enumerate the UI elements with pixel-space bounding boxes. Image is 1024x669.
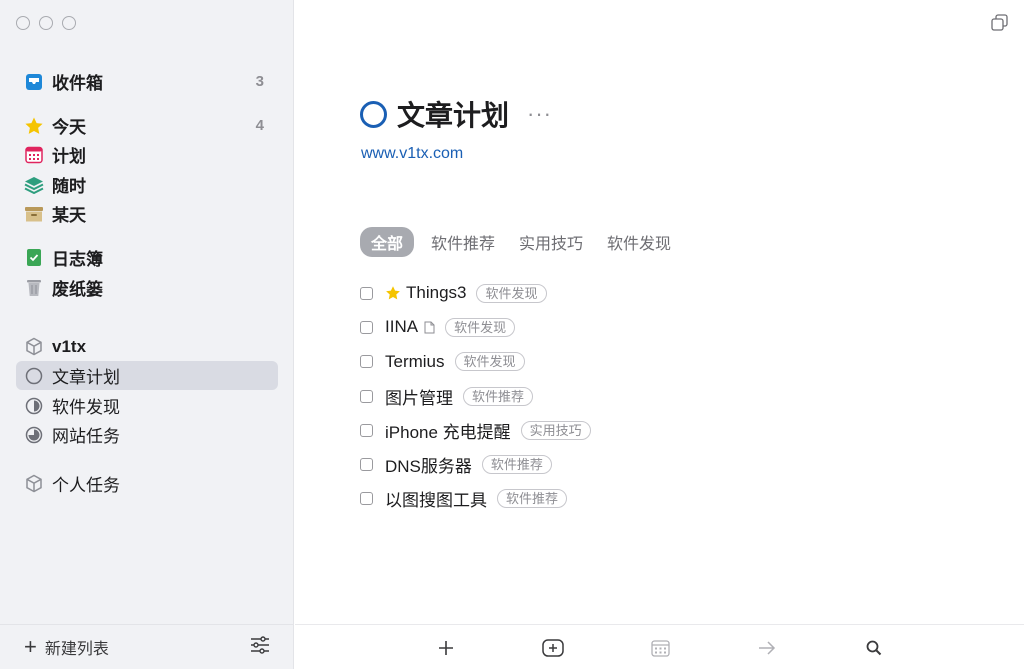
sidebar-item-upcoming[interactable]: 计划 (16, 140, 278, 169)
sidebar-item-label: v1tx (52, 336, 87, 356)
todo-item[interactable]: Things3 软件发现 (360, 276, 591, 310)
project-header: 文章计划 ··· (360, 94, 552, 134)
close-window-button[interactable] (16, 16, 30, 30)
cube-icon (24, 337, 44, 357)
sidebar-item-logbook[interactable]: 日志簿 (16, 243, 278, 272)
todo-title: 以图搜图工具 (385, 491, 487, 511)
todo-title: IINA (385, 317, 419, 337)
todo-tag: 软件推荐 (463, 386, 534, 406)
sidebar-item-label: 日志簿 (52, 250, 103, 269)
tag-filter-discovery[interactable]: 软件发现 (600, 227, 678, 257)
move-arrow-icon[interactable] (756, 637, 778, 659)
todo-tag: 软件推荐 (497, 489, 568, 509)
circle-icon (24, 366, 44, 386)
todo-tag: 软件推荐 (481, 455, 552, 475)
todo-checkbox[interactable] (360, 286, 373, 300)
calendar-icon (24, 145, 44, 165)
today-count: 4 (255, 117, 264, 134)
todo-tag: 实用技巧 (520, 420, 591, 440)
main-content: 文章计划 ··· www.v1tx.com 全部 软件推荐 实用技巧 软件发现 … (295, 0, 1024, 669)
sidebar-item-label: 软件发现 (52, 398, 120, 417)
sidebar-item-label: 收件箱 (52, 74, 103, 93)
todo-item[interactable]: 以图搜图工具 软件推荐 (360, 482, 591, 516)
todo-tag: 软件发现 (476, 283, 547, 303)
layers-icon (24, 175, 44, 195)
todo-item[interactable]: DNS服务器 软件推荐 (360, 447, 591, 481)
sidebar-item-label: 计划 (52, 147, 86, 166)
sidebar-project-articles[interactable]: 文章计划 (16, 361, 278, 390)
page-title[interactable]: 文章计划 (397, 94, 509, 134)
project-circle-icon[interactable] (360, 100, 387, 128)
search-icon[interactable] (863, 637, 885, 659)
todo-list: Things3 软件发现 IINA 软件发现 Termius 软件发现 图片管理… (360, 276, 591, 516)
sidebar-item-today[interactable]: 今天 4 (16, 111, 278, 140)
todo-item[interactable]: 图片管理 软件推荐 (360, 379, 591, 413)
sidebar-project-website[interactable]: 网站任务 (16, 420, 278, 449)
todo-checkbox[interactable] (360, 458, 373, 472)
zoom-window-button[interactable] (62, 16, 76, 30)
sidebar-project-software[interactable]: 软件发现 (16, 391, 278, 420)
archive-box-icon (24, 204, 44, 224)
inbox-icon (24, 72, 44, 92)
duplicate-window-icon[interactable] (991, 14, 1008, 36)
sidebar-item-label: 个人任务 (52, 476, 120, 495)
star-icon (24, 116, 44, 136)
todo-checkbox[interactable] (360, 389, 373, 403)
three-quarter-circle-icon (24, 425, 44, 445)
bottom-toolbar (295, 624, 1024, 669)
plus-icon[interactable]: + (24, 636, 37, 658)
sidebar-item-label: 今天 (52, 118, 86, 137)
tag-filter-tips[interactable]: 实用技巧 (512, 227, 590, 257)
new-todo-button[interactable] (435, 637, 457, 659)
more-options-button[interactable]: ··· (527, 103, 552, 125)
tag-filter-all[interactable]: 全部 (360, 227, 415, 257)
todo-item[interactable]: Termius 软件发现 (360, 345, 591, 379)
todo-title: Termius (385, 351, 445, 371)
tag-filter-recommend[interactable]: 软件推荐 (424, 227, 502, 257)
todo-checkbox[interactable] (360, 492, 373, 506)
sidebar-area-v1tx[interactable]: v1tx (16, 332, 278, 361)
todo-checkbox[interactable] (360, 423, 373, 437)
sidebar-footer: + 新建列表 (0, 624, 294, 669)
sidebar-item-someday[interactable]: 某天 (16, 199, 278, 228)
sidebar-item-label: 文章计划 (52, 368, 120, 387)
logbook-icon (24, 248, 44, 268)
todo-checkbox[interactable] (360, 355, 373, 369)
sidebar-item-label: 某天 (52, 206, 86, 225)
sidebar-item-label: 随时 (52, 177, 86, 196)
sidebar-item-label: 废纸篓 (52, 280, 103, 299)
star-icon (385, 285, 401, 301)
sidebar-area-personal[interactable]: 个人任务 (16, 469, 278, 498)
cube-icon (24, 474, 44, 494)
note-icon (424, 321, 435, 334)
window-controls (16, 16, 76, 30)
todo-item[interactable]: iPhone 充电提醒 实用技巧 (360, 413, 591, 447)
todo-title: iPhone 充电提醒 (385, 422, 511, 442)
sidebar-item-trash[interactable]: 废纸篓 (16, 273, 278, 302)
todo-title: DNS服务器 (385, 457, 472, 477)
sidebar-item-label: 网站任务 (52, 427, 120, 446)
todo-tag: 软件发现 (445, 317, 516, 337)
todo-tag: 软件发现 (454, 352, 525, 372)
sidebar: 收件箱 3 今天 4 计划 随时 某天 日志簿 废纸篓 v1tx 文章计划 软件… (0, 0, 294, 669)
new-list-button[interactable]: 新建列表 (45, 635, 109, 659)
todo-title: 图片管理 (385, 388, 453, 408)
sidebar-item-anytime[interactable]: 随时 (16, 170, 278, 199)
trash-icon (24, 278, 44, 298)
minimize-window-button[interactable] (39, 16, 53, 30)
half-circle-icon (24, 396, 44, 416)
project-notes-link[interactable]: www.v1tx.com (361, 145, 463, 163)
tag-filter-bar: 全部 软件推荐 实用技巧 软件发现 (360, 227, 678, 257)
add-heading-button[interactable] (542, 637, 564, 659)
todo-checkbox[interactable] (360, 320, 373, 334)
calendar-icon[interactable] (649, 637, 671, 659)
inbox-count: 3 (255, 73, 264, 90)
todo-item[interactable]: IINA 软件发现 (360, 310, 591, 344)
sliders-icon[interactable] (250, 635, 270, 659)
todo-title: Things3 (406, 283, 467, 303)
sidebar-item-inbox[interactable]: 收件箱 3 (16, 67, 278, 96)
